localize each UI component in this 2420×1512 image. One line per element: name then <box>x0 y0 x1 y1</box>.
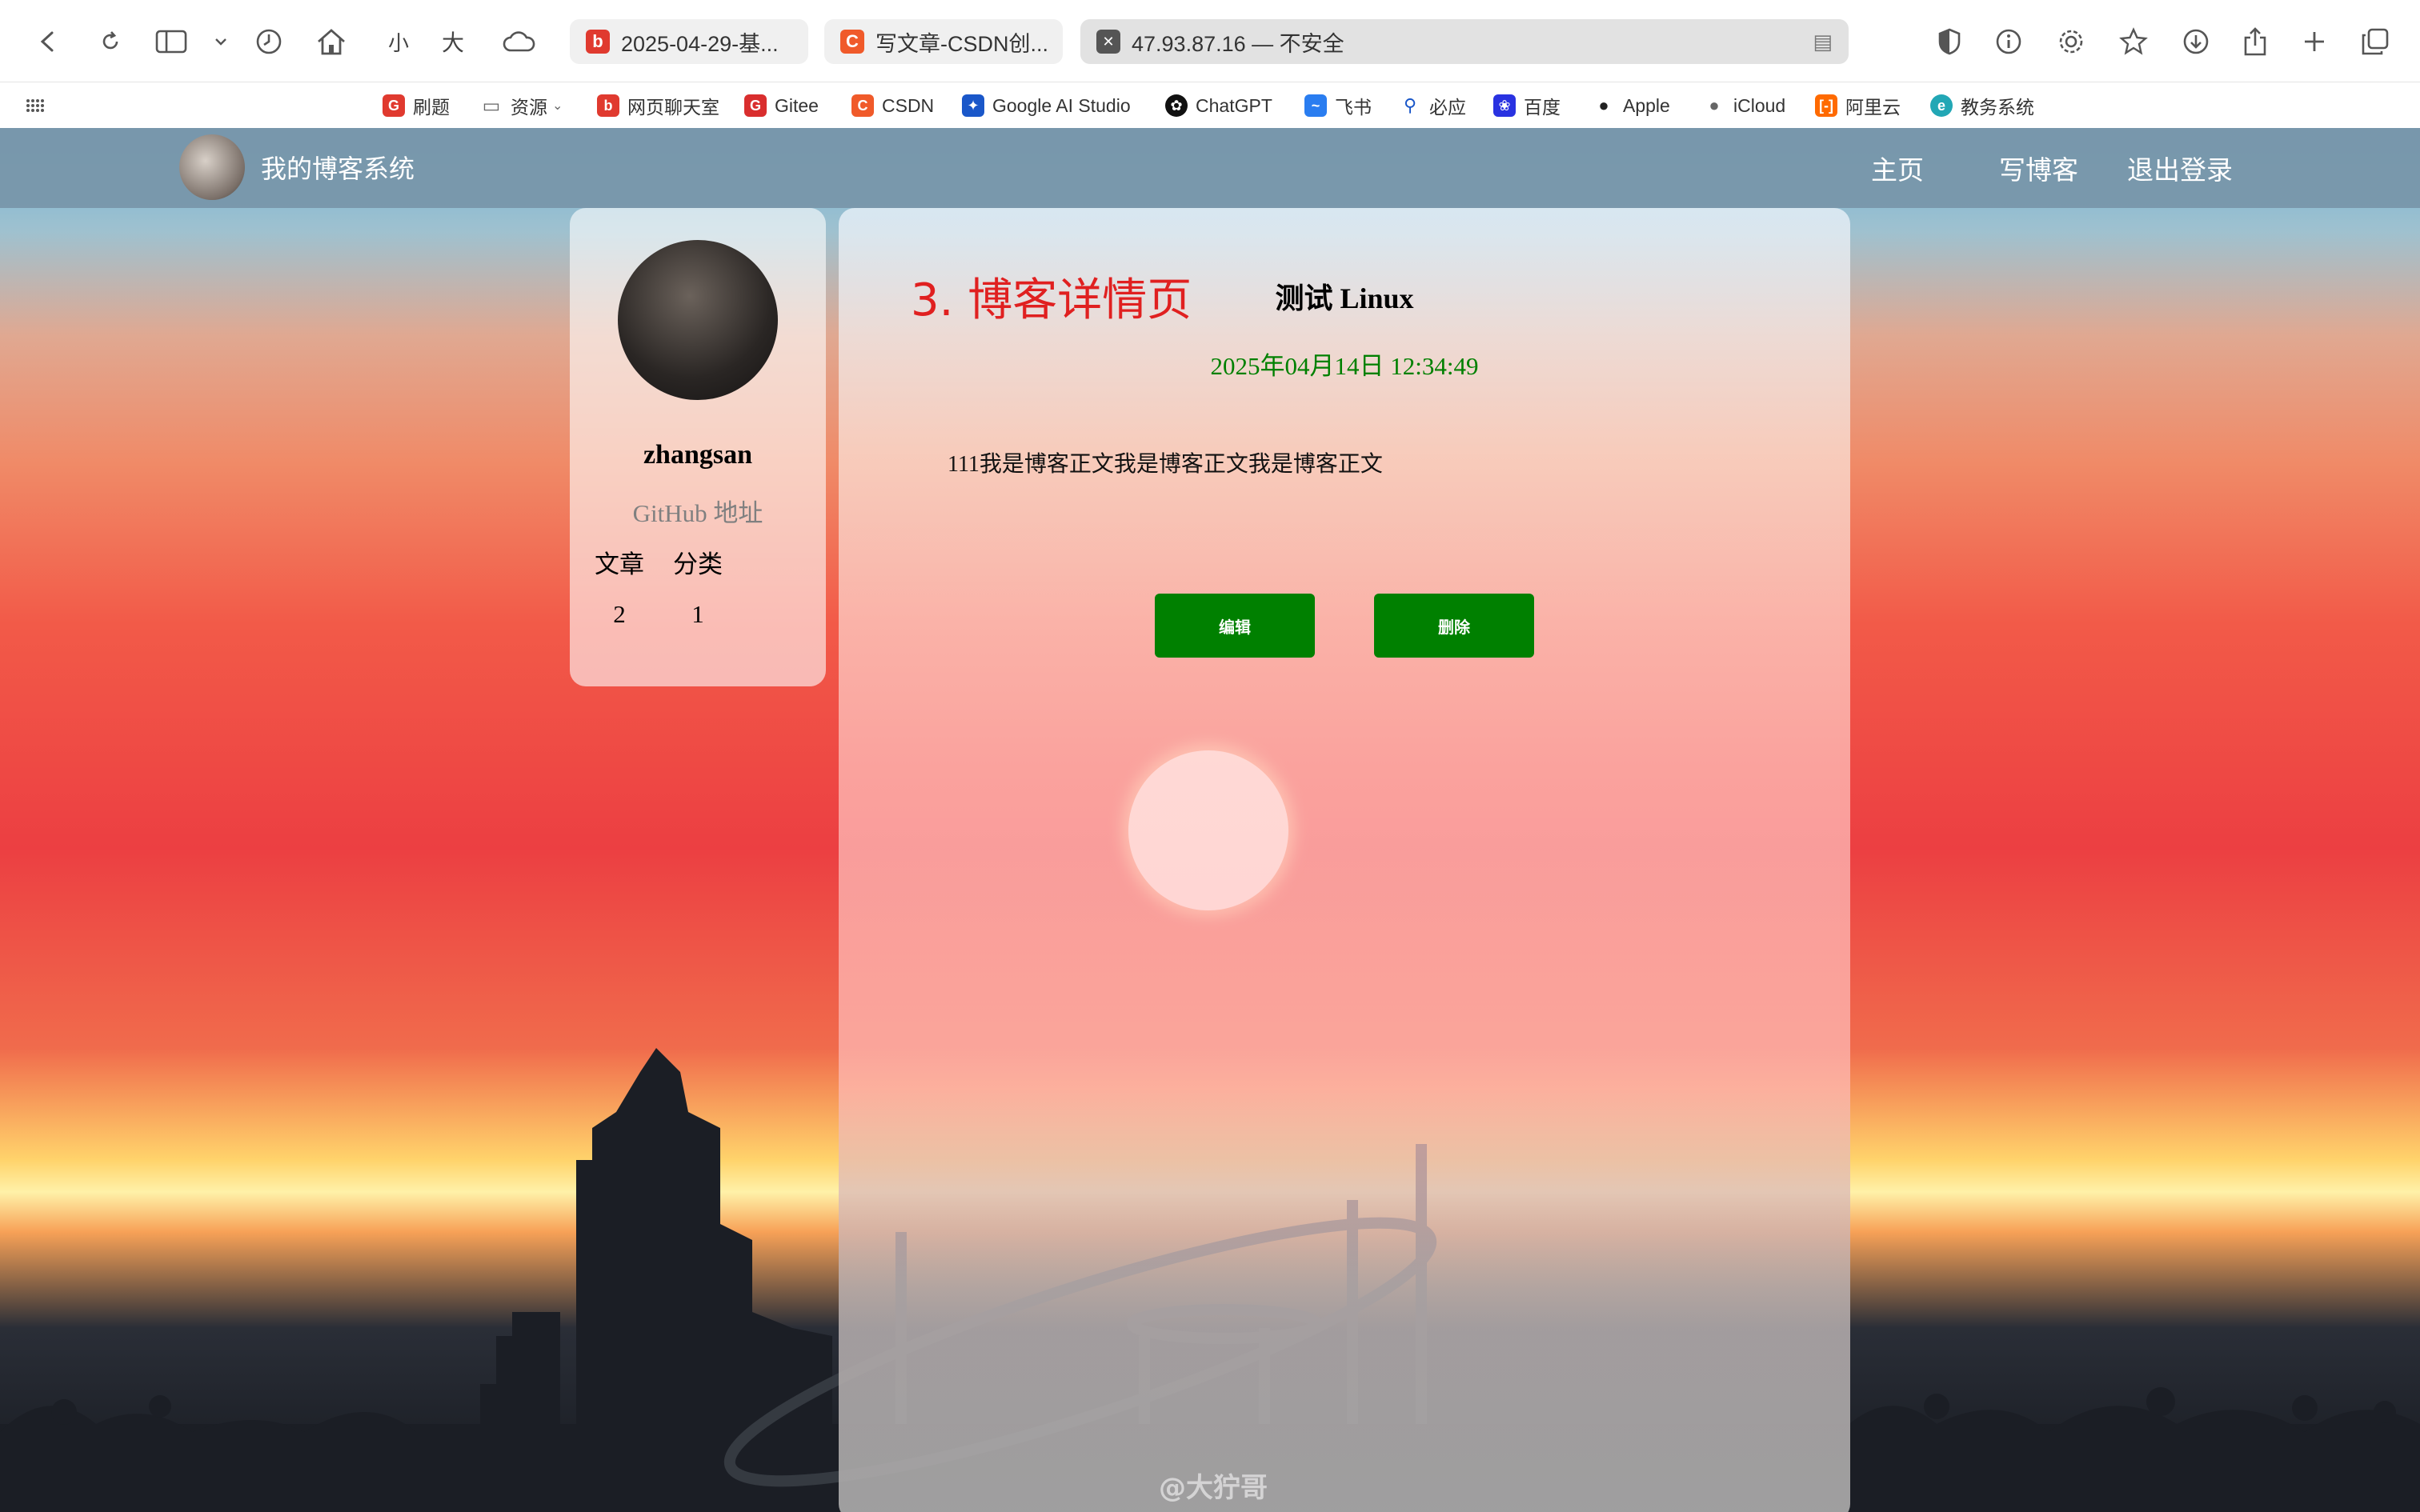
apple-icon: ● <box>1598 95 1609 115</box>
csdn-icon: C <box>851 94 874 117</box>
watermark-text: @大狞哥 <box>1159 1472 1268 1504</box>
page-viewport: 我的博客系统 主页 写博客 退出登录 zhangsan GitHub 地址 文章… <box>0 128 2420 1512</box>
bookmark-item[interactable]: G 刷题 <box>383 92 450 119</box>
bookmark-folder[interactable]: ▭ 资源 ⌄ <box>480 92 563 119</box>
blog-date: 2025年04月14日 12:34:49 <box>1210 352 1479 380</box>
history-icon[interactable] <box>248 21 290 62</box>
tab-title: 2025-04-29-基... <box>621 31 779 56</box>
bookmark-item[interactable]: C CSDN <box>851 92 934 119</box>
sidebar-icon[interactable] <box>150 21 192 62</box>
baidu-paw-icon: ❀ <box>1493 94 1516 117</box>
gitee-icon: G <box>383 94 405 117</box>
share-icon[interactable] <box>2234 21 2276 62</box>
csdn-favicon-icon: C <box>840 30 864 54</box>
nav-home-link[interactable]: 主页 <box>1871 149 1924 187</box>
stat-value-categories: 1 <box>691 600 704 628</box>
text-larger-button[interactable]: 大 <box>432 21 474 62</box>
back-icon[interactable] <box>27 21 69 62</box>
folder-icon: ▭ <box>482 94 501 117</box>
blog-detail-panel: 3. 博客详情页 测试 Linux 2025年04月14日 12:34:49 1… <box>839 208 1850 1512</box>
bookmark-item[interactable]: ⚲ 必应 <box>1399 92 1466 119</box>
home-icon[interactable] <box>311 21 352 62</box>
site-title: 我的博客系统 <box>261 154 415 184</box>
tab-overview-icon[interactable] <box>2354 21 2396 62</box>
tab-1[interactable]: b 2025-04-29-基... <box>570 19 808 64</box>
edit-button[interactable]: 编辑 <box>1155 594 1315 658</box>
tab-active-address[interactable]: ✕ 47.93.87.16 — 不安全 ▤ <box>1080 19 1849 64</box>
bookmarks-bar: G 刷题 ▭ 资源 ⌄ b 网页聊天室 G Gitee C CSDN ✦ Google AI … <box>0 82 2420 128</box>
bookmark-item[interactable]: G Gitee <box>744 92 819 119</box>
download-icon[interactable] <box>2175 21 2217 62</box>
chatgpt-icon: ✿ <box>1165 94 1188 117</box>
reader-mode-icon[interactable]: ▤ <box>1813 30 1833 54</box>
aliyun-icon: [-] <box>1815 94 1837 117</box>
apps-grid-icon[interactable] <box>26 92 45 119</box>
nav-logout-link[interactable]: 退出登录 <box>2127 149 2233 187</box>
profile-card: zhangsan GitHub 地址 文章 分类 2 1 <box>570 208 826 686</box>
blog-content: 111我是博客正文我是博客正文我是博客正文 <box>948 452 1383 477</box>
academic-system-icon: e <box>1930 94 1953 117</box>
bookmark-item[interactable]: [-] 阿里云 <box>1815 92 1901 119</box>
blog-title: 测试 Linux <box>1275 282 1414 314</box>
delete-button[interactable]: 删除 <box>1374 594 1534 658</box>
chevron-down-icon: ⌄ <box>552 99 563 113</box>
tab-title: 写文章-CSDN创... <box>875 31 1048 56</box>
gear-icon[interactable] <box>2050 21 2092 62</box>
browser-toolbar: 小 大 b 2025-04-29-基... C 写文章-CSDN创... ✕ 4… <box>0 0 2420 82</box>
gitee-icon: G <box>744 94 767 117</box>
new-tab-icon[interactable] <box>2294 21 2335 62</box>
insecure-site-icon: ✕ <box>1096 30 1120 54</box>
chevron-down-icon[interactable] <box>200 21 242 62</box>
tab-2[interactable]: C 写文章-CSDN创... <box>824 19 1063 64</box>
bing-search-icon: ⚲ <box>1403 95 1417 115</box>
bookmark-item[interactable]: ~ 飞书 <box>1304 92 1372 119</box>
reload-icon[interactable] <box>90 21 131 62</box>
user-avatar <box>618 240 778 400</box>
site-navbar: 我的博客系统 主页 写博客 退出登录 <box>0 128 2420 208</box>
stat-label-articles: 文章 <box>595 550 644 578</box>
bookmark-item[interactable]: ● iCloud <box>1703 92 1785 119</box>
chat-room-icon: b <box>597 94 619 117</box>
feishu-icon: ~ <box>1304 94 1327 117</box>
bookmark-item[interactable]: ✿ ChatGPT <box>1165 92 1272 119</box>
bookmark-item[interactable]: ❀ 百度 <box>1493 92 1561 119</box>
bookmark-item[interactable]: e 教务系统 <box>1930 92 2034 119</box>
privacy-shield-icon[interactable] <box>1929 21 1970 62</box>
bookmark-item[interactable]: ✦ Google AI Studio <box>962 92 1131 119</box>
nav-write-blog-link[interactable]: 写博客 <box>1999 149 2078 187</box>
cloud-icon[interactable] <box>498 21 539 62</box>
bookmark-item[interactable]: b 网页聊天室 <box>597 92 719 119</box>
tab-favicon-icon: b <box>586 30 610 54</box>
info-icon[interactable] <box>1988 21 2029 62</box>
address-text: 47.93.87.16 — 不安全 <box>1132 31 1344 56</box>
bookmark-item[interactable]: ● Apple <box>1593 92 1669 119</box>
text-smaller-button[interactable]: 小 <box>378 21 419 62</box>
github-link[interactable]: GitHub 地址 <box>570 493 826 529</box>
stat-value-articles: 2 <box>613 600 626 628</box>
apple-icon: ● <box>1709 95 1720 115</box>
stat-label-categories: 分类 <box>673 550 723 578</box>
star-icon[interactable] <box>2113 21 2154 62</box>
site-logo-avatar <box>179 134 245 200</box>
google-ai-studio-icon: ✦ <box>962 94 984 117</box>
profile-username: zhangsan <box>643 440 753 470</box>
